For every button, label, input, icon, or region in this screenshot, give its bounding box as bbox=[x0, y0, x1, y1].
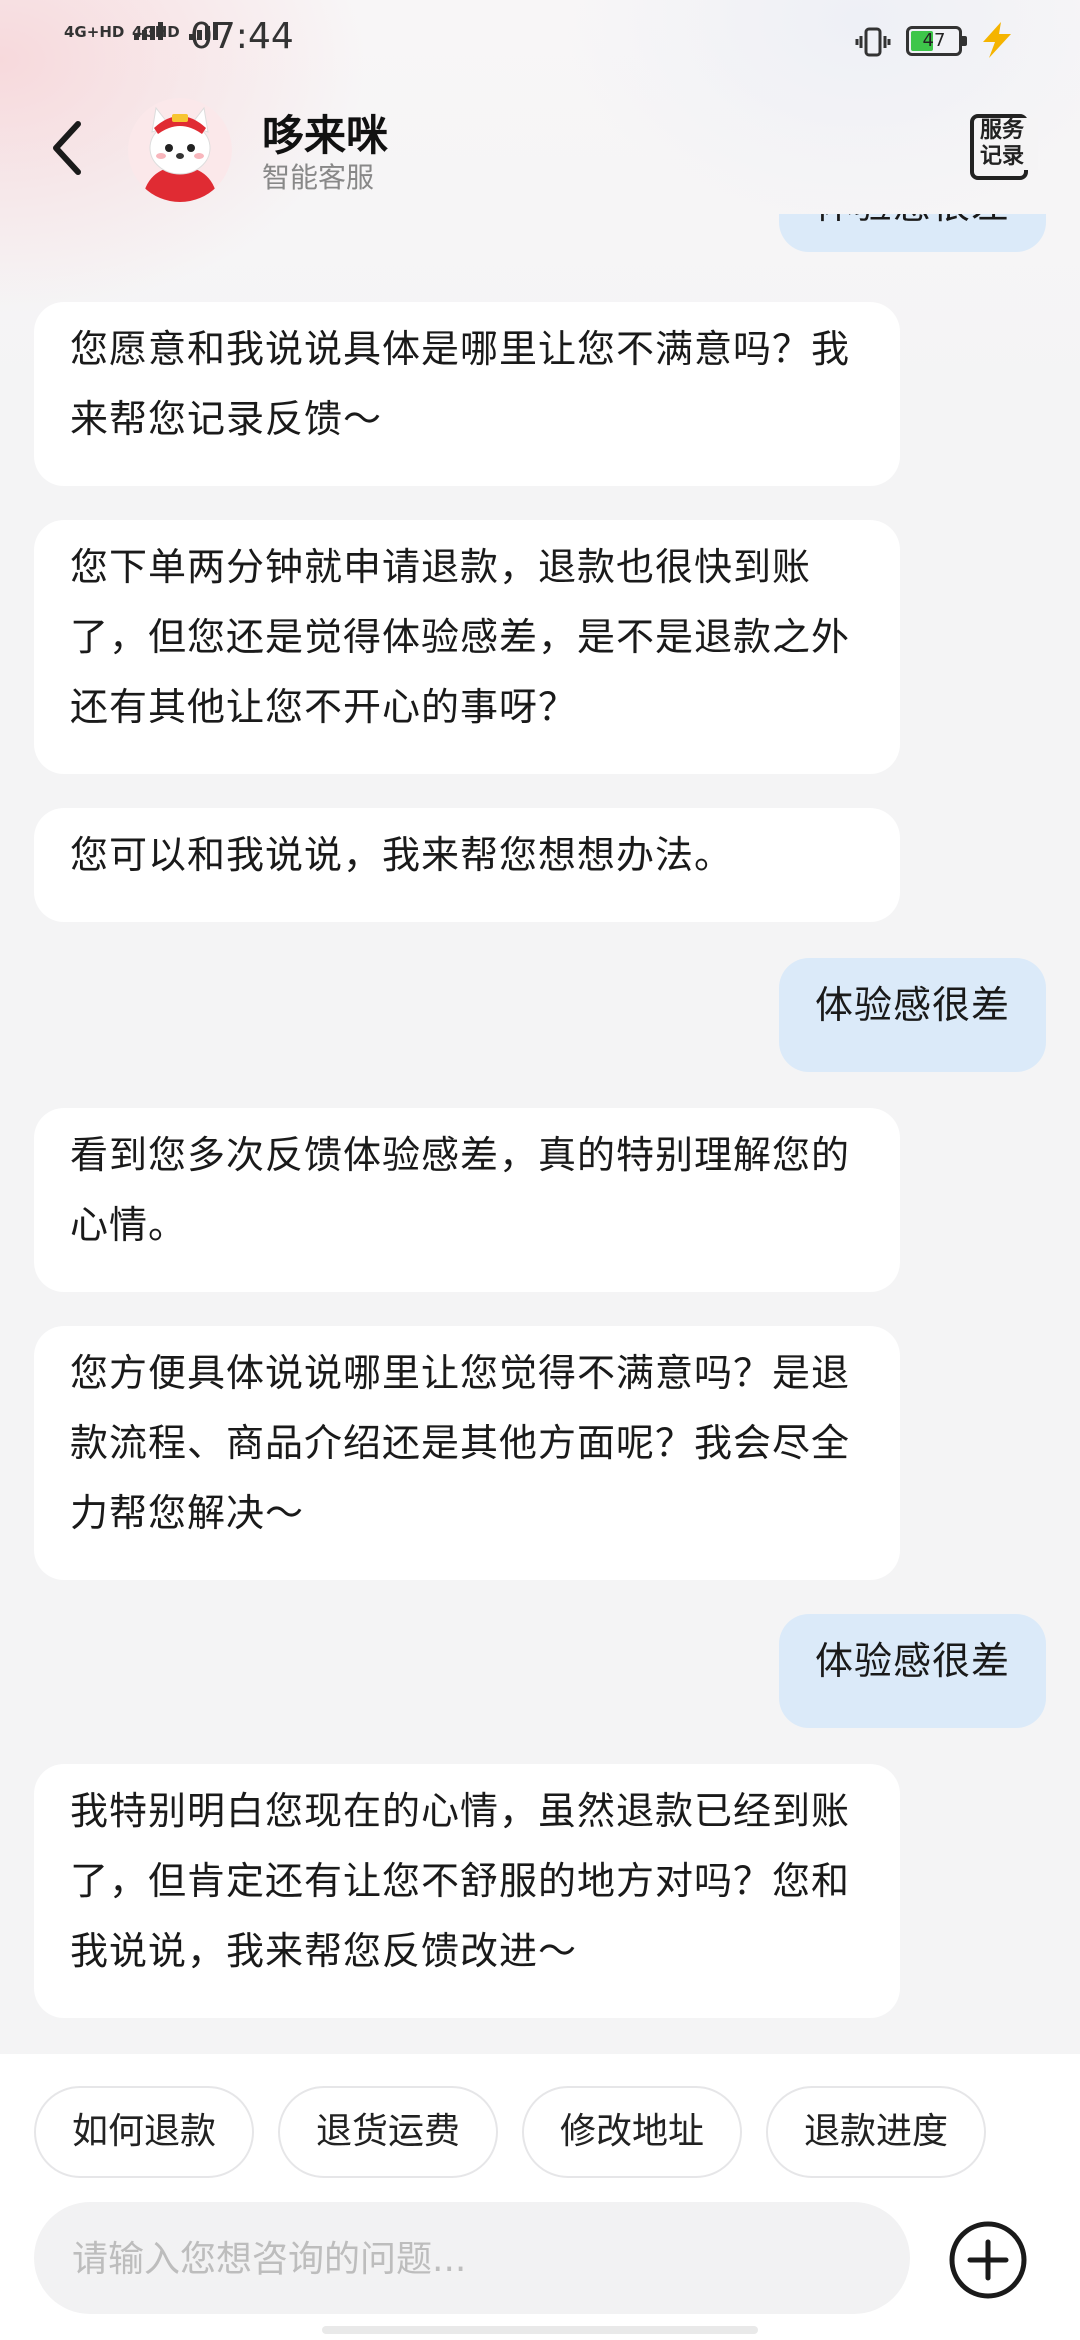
battery-icon: 47 bbox=[906, 26, 967, 56]
chevron-left-icon[interactable] bbox=[44, 116, 92, 180]
user-message: 体验感很差 bbox=[778, 958, 1046, 1072]
chat-area[interactable]: 体验感很差 您愿意和我说说具体是哪里让您不满意吗？我来帮您记录反馈～ 您下单两分… bbox=[0, 214, 1080, 2054]
bottom-panel: 如何退款 退货运费 修改地址 退款进度 bbox=[0, 2054, 1080, 2340]
message-input[interactable] bbox=[70, 2202, 874, 2316]
message-text: 我特别明白您现在的心情，虽然退款已经到账了，但肯定还有让您不舒服的地方对吗？您和… bbox=[70, 1789, 851, 1973]
message-text: 您可以和我说说，我来帮您想想办法。 bbox=[70, 833, 734, 877]
user-message: 体验感很差 bbox=[778, 214, 1046, 252]
message-text: 体验感很差 bbox=[814, 983, 1010, 1027]
quick-replies: 如何退款 退货运费 修改地址 退款进度 bbox=[34, 2086, 987, 2178]
user-message: 体验感很差 bbox=[778, 1614, 1046, 1728]
message-input-box bbox=[34, 2202, 910, 2316]
chat-header: 哆来咪 智能客服 服务记录 bbox=[0, 84, 1080, 214]
status-bar: 4G+HD 4GHD 07:44 47 bbox=[0, 0, 1080, 84]
bot-message: 您可以和我说说，我来帮您想想办法。 bbox=[34, 808, 900, 922]
bot-subtitle: 智能客服 bbox=[262, 161, 375, 194]
avatar[interactable] bbox=[128, 98, 232, 202]
message-text: 您下单两分钟就申请退款，退款也很快到账了，但您还是觉得体验感差，是不是退款之外还… bbox=[70, 545, 851, 729]
signal-2-label: 4GHD bbox=[132, 23, 180, 41]
bot-message: 我特别明白您现在的心情，虽然退款已经到账了，但肯定还有让您不舒服的地方对吗？您和… bbox=[34, 1764, 900, 2018]
service-record-button[interactable]: 服务记录 bbox=[962, 110, 1038, 190]
service-record-label: 服务记录 bbox=[978, 118, 1038, 170]
charging-icon bbox=[983, 22, 1011, 58]
home-indicator[interactable] bbox=[322, 2326, 758, 2334]
bot-message: 看到您多次反馈体验感差，真的特别理解您的心情。 bbox=[34, 1108, 900, 1292]
quick-reply-refund-how[interactable]: 如何退款 bbox=[34, 2086, 255, 2178]
quick-reply-change-address[interactable]: 修改地址 bbox=[522, 2086, 743, 2178]
message-text: 您愿意和我说说具体是哪里让您不满意吗？我来帮您记录反馈～ bbox=[70, 327, 851, 441]
message-text: 体验感很差 bbox=[815, 214, 1010, 227]
message-text: 体验感很差 bbox=[814, 1639, 1010, 1683]
quick-reply-return-shipping[interactable]: 退货运费 bbox=[278, 2086, 499, 2178]
quick-reply-refund-progress[interactable]: 退款进度 bbox=[766, 2086, 987, 2178]
status-time: 07:44 bbox=[190, 16, 294, 57]
plus-circle-icon[interactable] bbox=[946, 2218, 1030, 2302]
vibrate-icon bbox=[855, 27, 891, 57]
signal-1-label: 4G+HD bbox=[64, 23, 125, 41]
message-text: 您方便具体说说哪里让您觉得不满意吗？是退款流程、商品介绍还是其他方面呢？我会尽全… bbox=[70, 1351, 851, 1535]
bot-name: 哆来咪 bbox=[262, 111, 389, 160]
bot-message: 您愿意和我说说具体是哪里让您不满意吗？我来帮您记录反馈～ bbox=[34, 302, 900, 486]
message-text: 看到您多次反馈体验感差，真的特别理解您的心情。 bbox=[70, 1133, 851, 1247]
battery-level: 47 bbox=[922, 30, 946, 51]
bot-message: 您下单两分钟就申请退款，退款也很快到账了，但您还是觉得体验感差，是不是退款之外还… bbox=[34, 520, 900, 774]
bot-message: 您方便具体说说哪里让您觉得不满意吗？是退款流程、商品介绍还是其他方面呢？我会尽全… bbox=[34, 1326, 900, 1580]
